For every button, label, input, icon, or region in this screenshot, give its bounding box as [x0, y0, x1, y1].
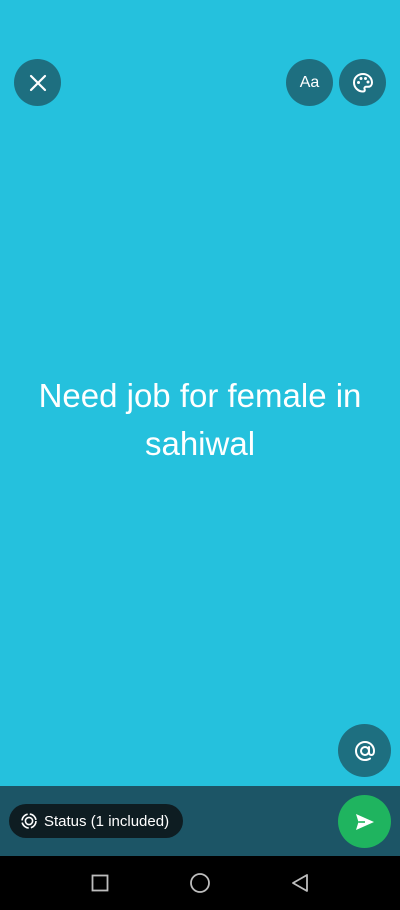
recents-button[interactable] — [87, 870, 113, 896]
at-sign-icon — [354, 740, 375, 761]
circle-icon — [190, 873, 210, 893]
back-button[interactable] — [287, 870, 313, 896]
status-text[interactable]: Need job for female in sahiwal — [18, 372, 382, 468]
bottom-bar: Status (1 included) — [0, 786, 400, 856]
triangle-back-icon — [292, 874, 308, 892]
status-ring-icon — [21, 813, 37, 829]
mention-button[interactable] — [338, 724, 391, 777]
square-icon — [91, 874, 109, 892]
status-audience-chip[interactable]: Status (1 included) — [9, 804, 184, 838]
palette-icon — [352, 72, 373, 93]
home-button[interactable] — [187, 870, 213, 896]
color-palette-button[interactable] — [339, 59, 386, 106]
font-style-button[interactable]: Aa — [286, 59, 333, 106]
close-button[interactable] — [14, 59, 61, 106]
send-button[interactable] — [338, 795, 391, 848]
send-icon — [355, 813, 374, 830]
status-audience-label: Status (1 included) — [44, 812, 170, 830]
close-icon — [29, 74, 46, 91]
system-navigation-bar — [0, 856, 400, 910]
status-canvas[interactable]: Aa Need job for female in sahiwal — [0, 0, 400, 786]
font-style-label: Aa — [299, 73, 320, 91]
